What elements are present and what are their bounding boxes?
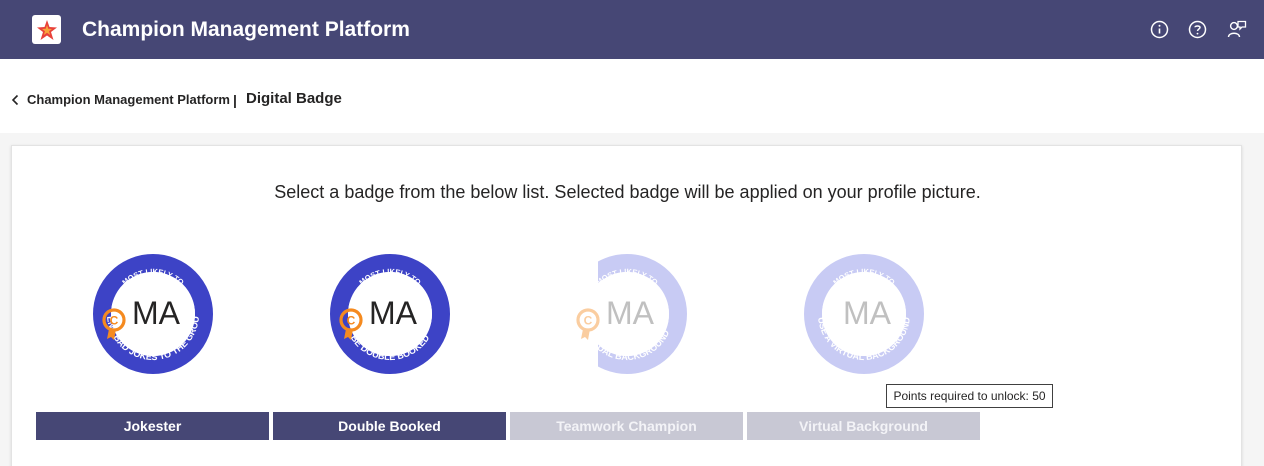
page-title: Digital Badge bbox=[246, 90, 342, 107]
feedback-icon[interactable] bbox=[1227, 20, 1247, 39]
badge-initials: MA bbox=[369, 295, 418, 331]
badge-button-teamwork-champion[interactable]: Teamwork Champion bbox=[510, 412, 743, 440]
badge-button-double-booked[interactable]: Double Booked bbox=[273, 412, 506, 440]
badge-image-teamwork-champion: MOST LIKELY TO VIRTUAL BACKGROUND MA C bbox=[566, 253, 688, 375]
breadcrumb: Champion Management Platform | Digital B… bbox=[0, 59, 1264, 133]
badge-image-jokester[interactable]: MOST LIKELY TO SEND BAD JOKES TO THE GRO… bbox=[89, 245, 214, 375]
app-logo-icon bbox=[32, 15, 61, 44]
app-header: Champion Management Platform bbox=[0, 0, 1264, 59]
badge-button-virtual-background[interactable]: Virtual Background bbox=[747, 412, 980, 440]
help-icon[interactable] bbox=[1188, 20, 1207, 39]
svg-text:C: C bbox=[584, 314, 593, 328]
badge-button-jokester[interactable]: Jokester bbox=[36, 412, 269, 440]
badge-image-virtual-background: MOST LIKELY TO USE A VIRTUAL BACKGROUND … bbox=[803, 253, 925, 375]
breadcrumb-parent-link[interactable]: Champion Management Platform bbox=[27, 92, 230, 108]
badge-initials: MA bbox=[132, 295, 181, 331]
info-icon[interactable] bbox=[1150, 20, 1169, 39]
svg-text:C: C bbox=[110, 314, 119, 328]
svg-text:C: C bbox=[347, 314, 356, 328]
unlock-tooltip: Points required to unlock: 50 bbox=[886, 384, 1053, 408]
badge-initials: MA bbox=[843, 295, 892, 331]
breadcrumb-separator: | bbox=[233, 92, 237, 108]
chevron-left-icon[interactable] bbox=[11, 93, 20, 106]
app-title: Champion Management Platform bbox=[82, 18, 410, 41]
badge-initials: MA bbox=[606, 295, 655, 331]
instructions-text: Select a badge from the below list. Sele… bbox=[274, 182, 981, 202]
badge-image-double-booked[interactable]: MOST LIKELY TO BE DOUBLE BOOKED MA C bbox=[329, 253, 451, 375]
